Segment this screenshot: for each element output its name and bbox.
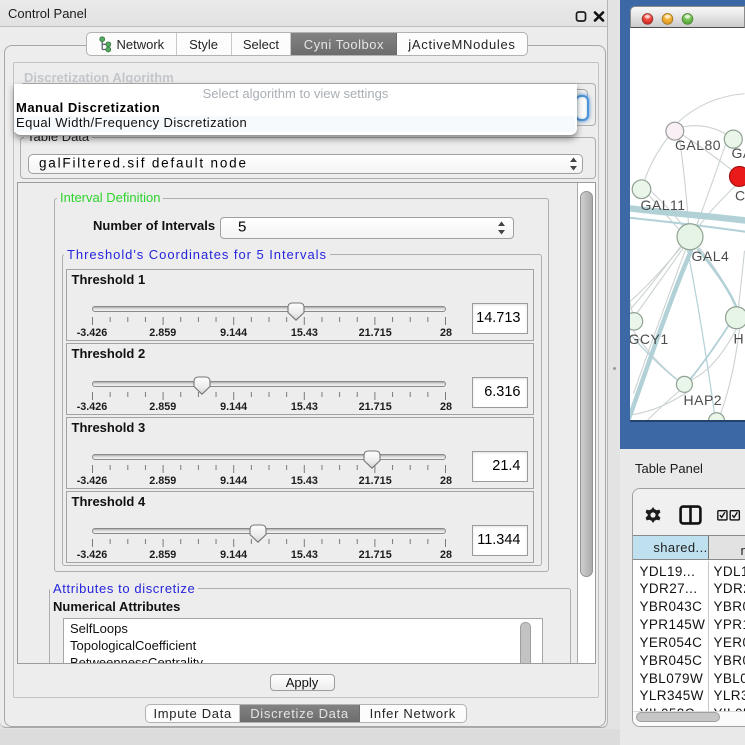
svg-text:GAL11: GAL11 — [641, 196, 686, 212]
svg-text:GAL4: GAL4 — [692, 247, 730, 263]
svg-text:H: H — [734, 330, 745, 346]
svg-text:HAP2: HAP2 — [684, 391, 723, 407]
svg-text:GA: GA — [732, 144, 745, 160]
svg-text:GCY1: GCY1 — [630, 330, 669, 346]
svg-text:C: C — [735, 187, 745, 203]
svg-text:GAL80: GAL80 — [675, 136, 721, 152]
